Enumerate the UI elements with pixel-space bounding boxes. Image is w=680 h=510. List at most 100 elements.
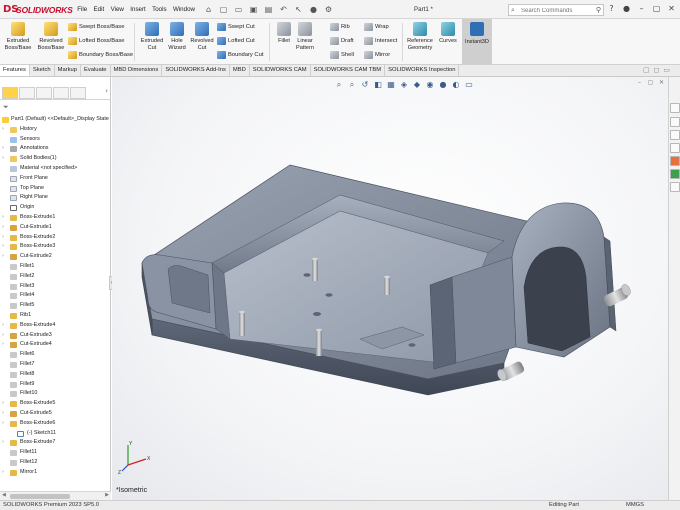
mirror-button[interactable]: Mirror: [364, 50, 390, 60]
menu-window[interactable]: Window: [170, 6, 198, 16]
menu-tools[interactable]: Tools: [149, 6, 170, 16]
new-document-icon[interactable]: ▢: [217, 4, 230, 15]
open-icon[interactable]: ▭: [232, 4, 245, 15]
expand-arrow-icon[interactable]: ›: [2, 340, 4, 350]
swept-cut-button[interactable]: Swept Cut: [217, 22, 255, 32]
tree-item[interactable]: › Mirror1: [0, 468, 111, 478]
tree-item[interactable]: › Boss-Extrude4: [0, 321, 111, 331]
expand-arrow-icon[interactable]: ›: [2, 154, 4, 164]
status-units[interactable]: MMGS: [626, 502, 644, 508]
design-library-icon[interactable]: [670, 117, 680, 127]
tab-solidworks-cam-tbm[interactable]: SOLIDWORKS CAM TBM: [311, 65, 386, 76]
expand-arrow-icon[interactable]: ›: [2, 213, 4, 223]
tab-sketch[interactable]: Sketch: [30, 65, 55, 76]
shell-button[interactable]: Shell: [330, 50, 354, 60]
select-icon[interactable]: ↖: [292, 4, 305, 15]
undo-icon[interactable]: ↶: [277, 4, 290, 15]
tree-item[interactable]: Fillet3: [0, 282, 111, 292]
tab-solidworks-add-ins[interactable]: SOLIDWORKS Add-Ins: [162, 65, 230, 76]
maximize-icon[interactable]: ▭: [663, 65, 670, 76]
tree-item[interactable]: Sensors: [0, 135, 111, 145]
restore-icon[interactable]: ▢: [650, 3, 663, 15]
user-icon[interactable]: ●: [620, 3, 633, 15]
tree-item[interactable]: › Cut-Extrude1: [0, 223, 111, 233]
expand-arrow-icon[interactable]: ›: [2, 399, 4, 409]
graphics-area[interactable]: ⌕ ⌕ ↺ ◧ ▦ ◈ ◆ ◉ ● ◐ ▭ – ▢ ✕ X Y Z *Isome…: [112, 77, 668, 500]
tree-item[interactable]: Origin: [0, 203, 111, 213]
tree-item[interactable]: Fillet10: [0, 389, 111, 399]
linear-pattern-button[interactable]: Linear Pattern: [289, 21, 321, 61]
tree-item[interactable]: Fillet6: [0, 350, 111, 360]
lofted-cut-button[interactable]: Lofted Cut: [217, 36, 255, 46]
part-model[interactable]: [112, 77, 668, 500]
wrap-button[interactable]: Wrap: [364, 22, 389, 32]
print-icon[interactable]: ▤: [262, 4, 275, 15]
tree-root-part[interactable]: Part1 (Default) <<Default>_Display State: [0, 115, 111, 125]
tree-item[interactable]: Fillet1: [0, 262, 111, 272]
solidworks-resources-icon[interactable]: [670, 103, 680, 113]
scroll-right-icon[interactable]: ▶: [105, 492, 109, 498]
extruded-boss-button[interactable]: Extruded Boss/Base: [2, 21, 34, 61]
property-manager-tab-icon[interactable]: [19, 87, 35, 99]
tab-solidworks-cam[interactable]: SOLIDWORKS CAM: [250, 65, 311, 76]
swept-boss-button[interactable]: Swept Boss/Base: [68, 22, 124, 32]
tree-item[interactable]: Top Plane: [0, 184, 111, 194]
tree-item[interactable]: Fillet8: [0, 370, 111, 380]
solidworks-logo[interactable]: DS SOLIDWORKS: [3, 4, 73, 16]
tree-item[interactable]: Fillet12: [0, 458, 111, 468]
tab-markup[interactable]: Markup: [55, 65, 81, 76]
configuration-manager-tab-icon[interactable]: [36, 87, 52, 99]
save-icon[interactable]: ▣: [247, 4, 260, 15]
tree-item[interactable]: › Boss-Extrude6: [0, 419, 111, 429]
search-input[interactable]: [521, 6, 587, 15]
help-icon[interactable]: ?: [605, 3, 618, 15]
tree-item[interactable]: › Annotations: [0, 144, 111, 154]
tree-item[interactable]: › Boss-Extrude1: [0, 213, 111, 223]
expand-arrow-icon[interactable]: ›: [2, 233, 4, 243]
menu-insert[interactable]: Insert: [127, 6, 149, 16]
tree-item[interactable]: Fillet9: [0, 380, 111, 390]
tree-item[interactable]: Right Plane: [0, 193, 111, 203]
file-explorer-icon[interactable]: [670, 130, 680, 140]
tree-item[interactable]: › History: [0, 125, 111, 135]
rebuild-icon[interactable]: ●: [307, 4, 320, 15]
options-icon[interactable]: ⚙: [322, 4, 335, 15]
menu-file[interactable]: File: [74, 6, 90, 16]
expand-arrow-icon[interactable]: ›: [2, 321, 4, 331]
expand-arrow-icon[interactable]: ›: [2, 242, 4, 252]
appearances-icon[interactable]: [670, 156, 680, 166]
tree-item[interactable]: › Cut-Extrude2: [0, 252, 111, 262]
intersect-button[interactable]: Intersect: [364, 36, 397, 46]
expand-arrow-icon[interactable]: ›: [2, 468, 4, 478]
tree-item[interactable]: Fillet7: [0, 360, 111, 370]
tree-item[interactable]: Fillet11: [0, 448, 111, 458]
revolved-boss-button[interactable]: Revolved Boss/Base: [35, 21, 67, 61]
view-palette-icon[interactable]: [670, 143, 680, 153]
tile-icon[interactable]: ▢: [643, 65, 650, 76]
custom-properties-icon[interactable]: [670, 169, 680, 179]
expand-arrow-icon[interactable]: ›: [2, 252, 4, 262]
tab-evaluate[interactable]: Evaluate: [81, 65, 111, 76]
tabs-more-icon[interactable]: ›: [105, 87, 108, 99]
tree-item[interactable]: › Cut-Extrude5: [0, 409, 111, 419]
tree-item[interactable]: (-) Sketch11: [0, 429, 111, 439]
tree-item[interactable]: Material <not specified>: [0, 164, 111, 174]
tab-solidworks-inspection[interactable]: SOLIDWORKS Inspection: [385, 65, 460, 76]
feature-tree-tab-icon[interactable]: [2, 87, 18, 99]
expand-arrow-icon[interactable]: ›: [2, 144, 4, 154]
lofted-boss-button[interactable]: Lofted Boss/Base: [68, 36, 124, 46]
tree-item[interactable]: Rib1: [0, 311, 111, 321]
menu-edit[interactable]: Edit: [90, 6, 107, 16]
tree-item[interactable]: › Boss-Extrude3: [0, 242, 111, 252]
revolved-cut-button[interactable]: Revolved Cut: [186, 21, 218, 61]
boundary-boss-button[interactable]: Boundary Boss/Base: [68, 50, 133, 60]
search-go-icon[interactable]: ⚲: [596, 5, 601, 16]
feature-tree-scrollbar[interactable]: ◀ ▶: [0, 491, 111, 500]
home-icon[interactable]: ⌂: [202, 4, 215, 15]
minimize-icon[interactable]: –: [635, 3, 648, 15]
scroll-left-icon[interactable]: ◀: [2, 492, 6, 498]
tree-item[interactable]: Front Plane: [0, 174, 111, 184]
expand-arrow-icon[interactable]: ›: [2, 125, 4, 135]
tab-mbd-dimensions[interactable]: MBD Dimensions: [111, 65, 163, 76]
tree-item[interactable]: › Solid Bodies(1): [0, 154, 111, 164]
